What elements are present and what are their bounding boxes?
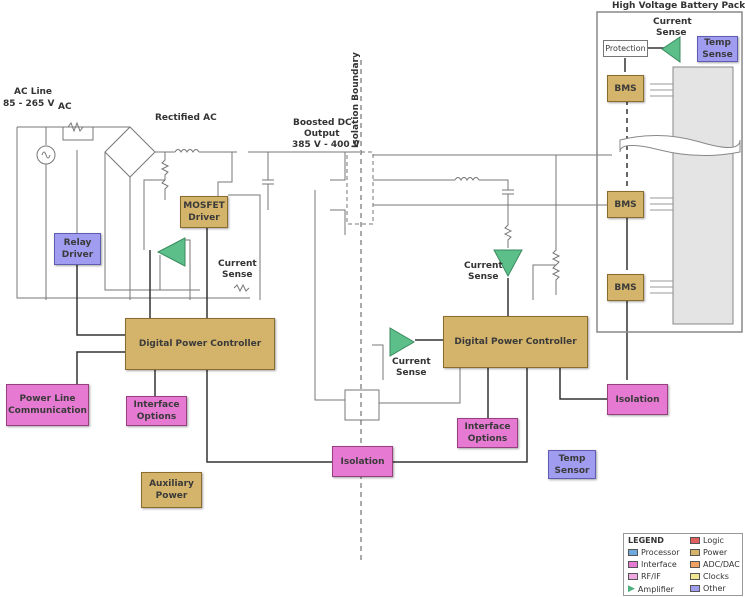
interface-options-right-block: Interface Options — [457, 418, 518, 448]
legend-item: Clocks — [690, 572, 729, 581]
wire — [502, 189, 514, 195]
rectified-ac-label: Rectified AC — [155, 113, 217, 123]
current-sense-label: Sense — [656, 28, 686, 38]
wire — [559, 368, 607, 400]
wire — [551, 155, 561, 295]
wire — [206, 370, 333, 463]
amplifier-icon — [156, 237, 186, 267]
wire — [41, 151, 51, 159]
wire — [16, 121, 612, 421]
amplifier-icon — [661, 36, 681, 63]
battery-pack-title: High Voltage Battery Pack — [612, 1, 745, 11]
legend: LEGEND Processor Interface RF/IF ▶ Amplif… — [623, 533, 743, 596]
legend-label: Clocks — [703, 572, 729, 581]
current-sense-label: Sense — [222, 270, 252, 280]
wire — [503, 194, 513, 248]
wire — [330, 209, 346, 235]
legend-item: ADC/DAC — [690, 560, 740, 569]
legend-title: LEGEND — [628, 536, 664, 545]
isolation-bottom-block: Isolation — [332, 446, 393, 477]
legend-swatch — [690, 585, 700, 592]
power-line-communication-block: Power Line Communication — [6, 384, 89, 426]
wire — [479, 179, 509, 190]
ac-line-label: AC Line — [14, 87, 52, 97]
current-sense-label: Current — [218, 259, 257, 269]
inductor-icon — [174, 149, 200, 153]
current-sense-label: Current — [653, 17, 692, 27]
legend-label: Other — [703, 584, 726, 593]
legend-label: Amplifier — [637, 584, 674, 594]
digital-power-controller-left: Digital Power Controller — [125, 318, 275, 370]
boosted-dc-label: 385 V - 400 V — [292, 140, 360, 150]
wire — [314, 190, 345, 401]
legend-item: Processor — [628, 548, 680, 557]
wire — [228, 194, 261, 300]
bms-block: BMS — [607, 274, 644, 301]
wire — [330, 152, 346, 181]
temp-sensor-block: Temp Sensor — [548, 450, 596, 479]
current-sense-label: Current — [392, 357, 431, 367]
current-sense-label: Sense — [396, 368, 426, 378]
legend-label: ADC/DAC — [703, 560, 740, 569]
wire — [650, 280, 673, 294]
legend-label: Interface — [641, 560, 677, 569]
ac-subscript: AC — [58, 102, 72, 112]
auxiliary-power-block: Auxiliary Power — [141, 472, 202, 508]
wire — [62, 127, 94, 141]
legend-label: RF/IF — [641, 572, 661, 581]
legend-label: Power — [703, 548, 728, 557]
wire — [454, 177, 480, 181]
relay-driver-block: Relay Driver — [54, 233, 101, 265]
protection-block: Protection — [603, 40, 648, 57]
wire — [650, 197, 673, 211]
mosfet-driver-block: MOSFET Driver — [180, 196, 228, 228]
bms-block: BMS — [607, 191, 644, 218]
legend-item: Logic — [690, 536, 724, 545]
battery-cell-stack — [672, 66, 734, 325]
wire — [532, 264, 556, 300]
bms-block: BMS — [607, 75, 644, 102]
bridge-rectifier-icon — [104, 126, 156, 178]
wire — [372, 344, 384, 380]
wire — [76, 265, 125, 336]
wire — [650, 83, 673, 97]
legend-item: Other — [690, 584, 726, 593]
wire — [185, 239, 191, 300]
wire — [76, 351, 125, 385]
amplifier-icon: ▶ — [628, 584, 635, 594]
wire — [143, 179, 165, 250]
isolation-right-block: Isolation — [607, 384, 668, 415]
wire — [160, 152, 170, 200]
wire — [217, 152, 233, 200]
legend-item: ▶ Amplifier — [628, 584, 674, 594]
legend-label: Processor — [641, 548, 680, 557]
wire — [344, 389, 380, 421]
legend-swatch — [690, 561, 700, 568]
temp-sense-block: Temp Sense — [697, 36, 738, 62]
isolation-boundary-label: Isolation Boundary — [351, 52, 361, 148]
current-sense-label: Current — [464, 261, 503, 271]
legend-swatch — [690, 549, 700, 556]
ac-range-label: 85 - 265 V — [3, 99, 54, 109]
wire — [233, 283, 250, 293]
boosted-dc-label: Boosted DC — [293, 118, 352, 128]
current-sense-label: Sense — [468, 272, 498, 282]
legend-swatch — [628, 573, 638, 580]
legend-item: Power — [690, 548, 727, 557]
legend-swatch — [628, 561, 638, 568]
legend-swatch — [690, 537, 700, 544]
interface-options-left-block: Interface Options — [126, 396, 187, 426]
legend-item: RF/IF — [628, 572, 661, 581]
legend-label: Logic — [703, 536, 724, 545]
wire — [346, 151, 374, 225]
amplifier-icon — [389, 327, 415, 357]
wire — [262, 179, 274, 185]
legend-swatch — [628, 549, 638, 556]
wire — [650, 83, 673, 294]
legend-item: Interface — [628, 560, 677, 569]
boosted-dc-label: Output — [304, 129, 340, 139]
legend-swatch — [690, 573, 700, 580]
digital-power-controller-right: Digital Power Controller — [443, 316, 588, 368]
